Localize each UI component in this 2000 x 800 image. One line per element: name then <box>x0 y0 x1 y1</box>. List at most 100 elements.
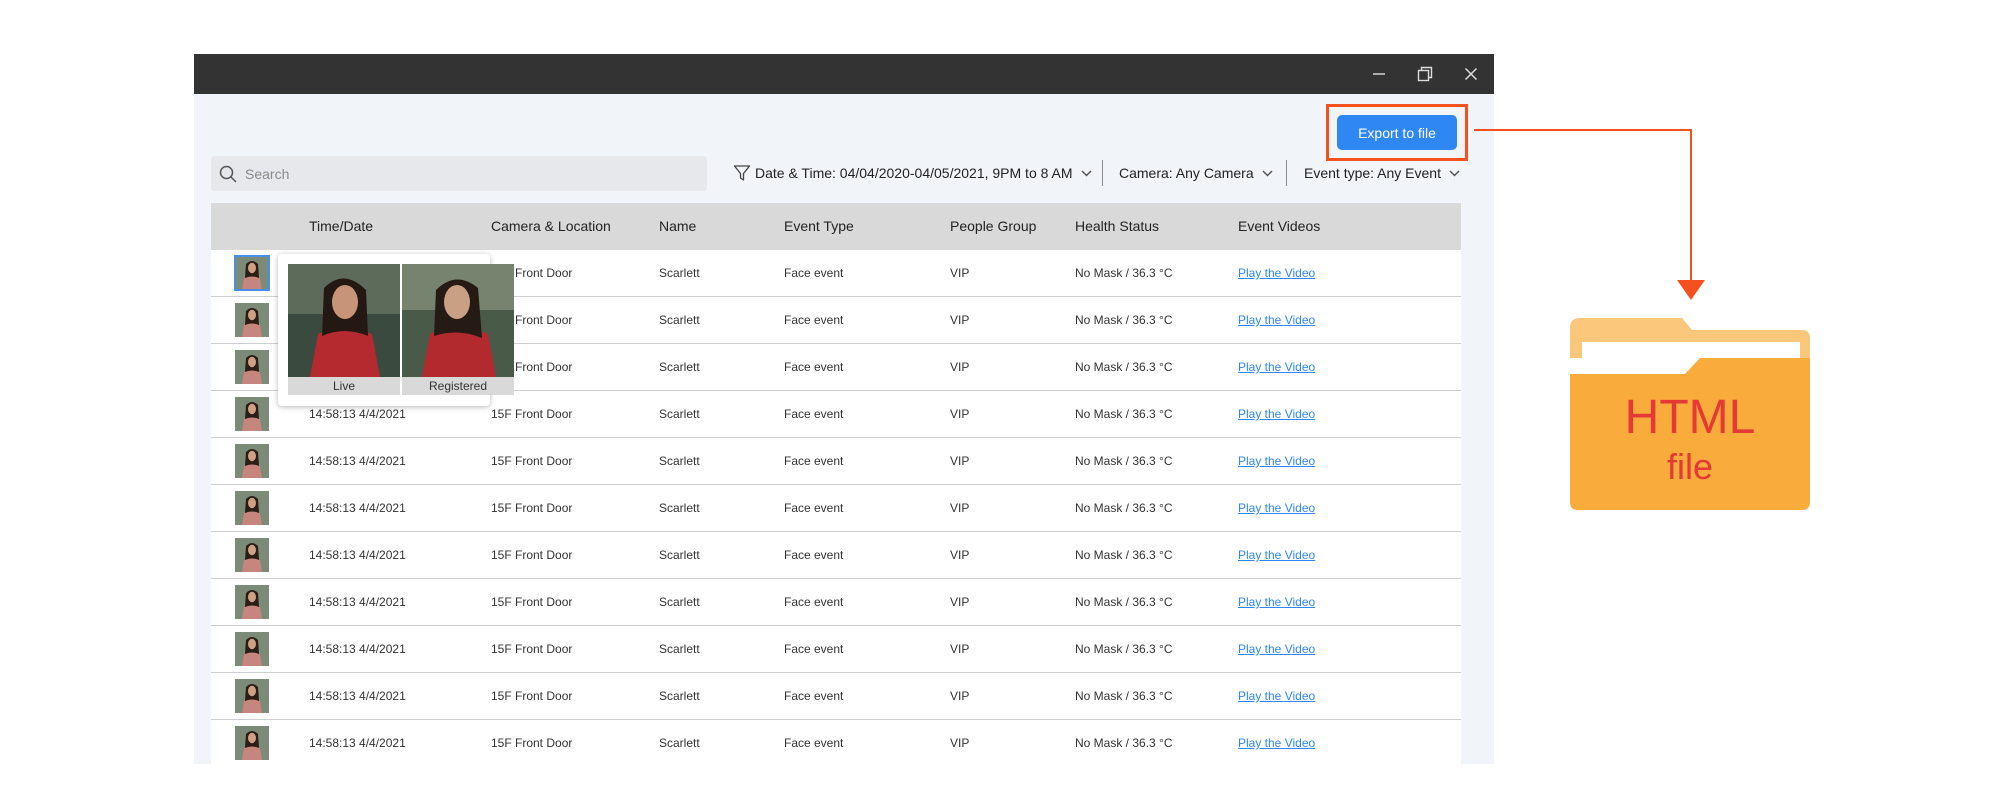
search-box[interactable] <box>211 156 707 191</box>
people-group-cell: VIP <box>950 266 970 280</box>
table-row[interactable]: 14:58:13 4/4/2021 15F Front Door Scarlett F… <box>211 532 1461 579</box>
people-group-cell: VIP <box>950 595 970 609</box>
camera-location-cell: 15F Front Door <box>491 736 573 750</box>
camera-filter[interactable]: Camera: Any Camera <box>1119 162 1273 184</box>
face-thumbnail[interactable] <box>234 255 270 291</box>
name-cell: Scarlett <box>659 689 700 703</box>
name-cell: Scarlett <box>659 266 700 280</box>
column-header-people-group[interactable]: People Group <box>950 218 1036 234</box>
search-input[interactable] <box>243 164 687 183</box>
health-status-cell: No Mask / 36.3 °C <box>1075 266 1173 280</box>
table-row[interactable]: 14:58:13 4/4/2021 15F Front Door Scarlett F… <box>211 673 1461 720</box>
people-group-cell: VIP <box>950 642 970 656</box>
people-group-cell: VIP <box>950 501 970 515</box>
time-date-cell: 14:58:13 4/4/2021 <box>309 548 406 562</box>
close-icon <box>1464 67 1478 81</box>
name-cell: Scarlett <box>659 642 700 656</box>
event-type-cell: Face event <box>784 454 844 468</box>
face-thumbnail[interactable] <box>235 444 269 478</box>
column-header-health-status[interactable]: Health Status <box>1075 218 1159 234</box>
health-status-cell: No Mask / 36.3 °C <box>1075 736 1173 750</box>
health-status-cell: No Mask / 36.3 °C <box>1075 548 1173 562</box>
face-thumbnail[interactable] <box>235 397 269 431</box>
play-video-link[interactable]: Play the Video <box>1238 595 1315 609</box>
chevron-down-icon <box>1449 169 1460 177</box>
snapshot-compare-popup: Live Registered <box>278 254 514 406</box>
table-row[interactable]: 14:58:13 4/4/2021 15F Front Door Scarlett F… <box>211 485 1461 532</box>
health-status-cell: No Mask / 36.3 °C <box>1075 501 1173 515</box>
table-row[interactable]: 14:58:13 4/4/2021 15F Front Door Scarlett F… <box>211 626 1461 673</box>
registered-photo-image <box>402 264 514 377</box>
event-type-filter[interactable]: Event type: Any Event <box>1304 162 1460 184</box>
export-button[interactable]: Export to file <box>1337 115 1457 150</box>
face-thumbnail[interactable] <box>235 679 269 713</box>
play-video-link[interactable]: Play the Video <box>1238 736 1315 750</box>
event-type-cell: Face event <box>784 548 844 562</box>
play-video-link[interactable]: Play the Video <box>1238 454 1315 468</box>
camera-location-cell: 15F Front Door <box>491 642 573 656</box>
column-header-time-date[interactable]: Time/Date <box>309 218 373 234</box>
face-thumbnail[interactable] <box>235 632 269 666</box>
health-status-cell: No Mask / 36.3 °C <box>1075 313 1173 327</box>
face-thumbnail[interactable] <box>235 491 269 525</box>
restore-icon <box>1417 66 1433 82</box>
people-group-cell: VIP <box>950 736 970 750</box>
name-cell: Scarlett <box>659 360 700 374</box>
event-type-cell: Face event <box>784 501 844 515</box>
column-header-camera-location[interactable]: Camera & Location <box>491 218 611 234</box>
play-video-link[interactable]: Play the Video <box>1238 313 1315 327</box>
event-type-cell: Face event <box>784 313 844 327</box>
face-thumbnail[interactable] <box>235 585 269 619</box>
face-thumbnail[interactable] <box>235 726 269 760</box>
face-thumbnail[interactable] <box>235 350 269 384</box>
column-header-event-type[interactable]: Event Type <box>784 218 854 234</box>
time-date-cell: 14:58:13 4/4/2021 <box>309 501 406 515</box>
name-cell: Scarlett <box>659 736 700 750</box>
play-video-link[interactable]: Play the Video <box>1238 266 1315 280</box>
column-header-name[interactable]: Name <box>659 218 696 234</box>
table-row[interactable]: 14:58:13 4/4/2021 15F Front Door Scarlett F… <box>211 438 1461 485</box>
event-type-filter-label: Event type: Any Event <box>1304 165 1441 181</box>
title-bar <box>194 54 1494 94</box>
play-video-link[interactable]: Play the Video <box>1238 689 1315 703</box>
column-header-event-videos[interactable]: Event Videos <box>1238 218 1320 234</box>
time-date-cell: 14:58:13 4/4/2021 <box>309 689 406 703</box>
export-arrow-horizontal <box>1474 129 1691 131</box>
health-status-cell: No Mask / 36.3 °C <box>1075 595 1173 609</box>
minimize-button[interactable] <box>1356 54 1402 94</box>
people-group-cell: VIP <box>950 454 970 468</box>
camera-location-cell: 15F Front Door <box>491 548 573 562</box>
name-cell: Scarlett <box>659 548 700 562</box>
table-header: Time/Date Camera & Location Name Event T… <box>211 203 1461 250</box>
camera-location-cell: 15F Front Door <box>491 407 573 421</box>
play-video-link[interactable]: Play the Video <box>1238 548 1315 562</box>
event-type-cell: Face event <box>784 266 844 280</box>
people-group-cell: VIP <box>950 313 970 327</box>
chevron-down-icon <box>1262 169 1273 177</box>
play-video-link[interactable]: Play the Video <box>1238 360 1315 374</box>
camera-location-cell: 15F Front Door <box>491 501 573 515</box>
arrow-down-icon <box>1677 280 1705 300</box>
health-status-cell: No Mask / 36.3 °C <box>1075 642 1173 656</box>
table-row[interactable]: 14:58:13 4/4/2021 15F Front Door Scarlett F… <box>211 579 1461 626</box>
app-window: Export to file Date & Time: 04/04/2020-0… <box>194 54 1494 764</box>
play-video-link[interactable]: Play the Video <box>1238 407 1315 421</box>
health-status-cell: No Mask / 36.3 °C <box>1075 360 1173 374</box>
table-row[interactable]: 14:58:13 4/4/2021 15F Front Door Scarlett F… <box>211 720 1461 764</box>
face-thumbnail[interactable] <box>235 538 269 572</box>
restore-button[interactable] <box>1402 54 1448 94</box>
play-video-link[interactable]: Play the Video <box>1238 501 1315 515</box>
event-type-cell: Face event <box>784 407 844 421</box>
date-time-filter[interactable]: Date & Time: 04/04/2020-04/05/2021, 9PM … <box>733 162 1092 184</box>
face-thumbnail[interactable] <box>235 303 269 337</box>
close-button[interactable] <box>1448 54 1494 94</box>
filter-divider <box>1102 160 1103 186</box>
name-cell: Scarlett <box>659 454 700 468</box>
time-date-cell: 14:58:13 4/4/2021 <box>309 454 406 468</box>
play-video-link[interactable]: Play the Video <box>1238 642 1315 656</box>
time-date-cell: 14:58:13 4/4/2021 <box>309 642 406 656</box>
time-date-cell: 14:58:13 4/4/2021 <box>309 407 406 421</box>
event-type-cell: Face event <box>784 642 844 656</box>
people-group-cell: VIP <box>950 360 970 374</box>
event-type-cell: Face event <box>784 736 844 750</box>
